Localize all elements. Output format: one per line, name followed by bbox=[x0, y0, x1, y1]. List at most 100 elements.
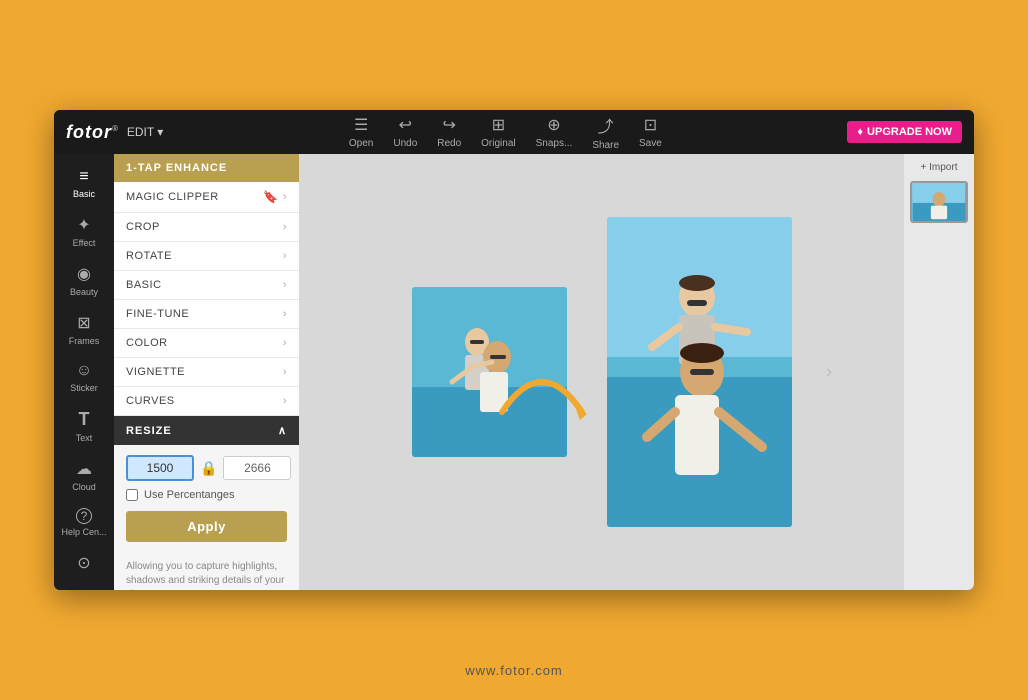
nav-item-cloud[interactable]: ☁ Cloud bbox=[54, 453, 114, 498]
import-label: + Import bbox=[921, 162, 958, 173]
curves-label: CURVES bbox=[126, 395, 175, 407]
chevron-right-icon: › bbox=[283, 250, 287, 262]
camera-icon: ⊙ bbox=[77, 553, 90, 573]
save-icon: ⊡ bbox=[644, 115, 657, 135]
panel-item-vignette[interactable]: VIGNETTE › bbox=[114, 358, 299, 387]
snaps-icon: ⊕ bbox=[547, 115, 560, 135]
chevron-down-icon: ▾ bbox=[157, 125, 163, 139]
logo-sup: ® bbox=[112, 124, 119, 133]
original-icon: ⊞ bbox=[492, 115, 505, 135]
chevron-up-icon: ∧ bbox=[278, 424, 287, 437]
panel-item-fine-tune[interactable]: FINE-TUNE › bbox=[114, 300, 299, 329]
panel-item-color[interactable]: COLOR › bbox=[114, 329, 299, 358]
upgrade-button[interactable]: UPGRADE NOW bbox=[847, 121, 962, 143]
beauty-label: Beauty bbox=[70, 287, 98, 297]
open-label: Open bbox=[349, 138, 373, 149]
top-bar-center: ☰ Open ↩ Undo ↪ Redo ⊞ Original ⊕ Snaps.… bbox=[349, 113, 662, 151]
panel-item-rotate[interactable]: ROTATE › bbox=[114, 242, 299, 271]
crop-label: CROP bbox=[126, 221, 160, 233]
edit-label: EDIT bbox=[127, 125, 154, 139]
apply-button[interactable]: Apply bbox=[126, 511, 287, 542]
share-icon: ⤴ bbox=[598, 113, 614, 137]
chevron-right-icon: › bbox=[283, 395, 287, 407]
bookmark-icon: 🔖 bbox=[263, 190, 278, 204]
resize-section-header[interactable]: RESIZE ∧ bbox=[114, 416, 299, 445]
lock-icon: 🔒 bbox=[200, 460, 217, 477]
panel-item-crop[interactable]: CROP › bbox=[114, 213, 299, 242]
nav-item-frames[interactable]: ⊠ Frames bbox=[54, 307, 114, 352]
width-input[interactable] bbox=[126, 455, 194, 481]
nav-item-text[interactable]: T Text bbox=[54, 403, 114, 449]
panel-item-curves[interactable]: CURVES › bbox=[114, 387, 299, 416]
thumbnail-bg bbox=[912, 183, 966, 221]
enhance-header[interactable]: 1-TAP ENHANCE bbox=[114, 154, 299, 182]
save-label: Save bbox=[639, 138, 662, 149]
use-percent-label[interactable]: Use Percentanges bbox=[126, 489, 287, 501]
effect-label: Effect bbox=[73, 238, 96, 248]
save-action[interactable]: ⊡ Save bbox=[639, 115, 662, 149]
edit-button[interactable]: EDIT ▾ bbox=[127, 125, 163, 139]
logo-text: fotor bbox=[66, 122, 112, 142]
use-percent-text: Use Percentanges bbox=[144, 489, 235, 501]
effect-icon: ✦ bbox=[77, 215, 90, 235]
nav-item-camera[interactable]: ⊙ bbox=[54, 547, 114, 579]
resize-body: 🔒 Use Percentanges Apply bbox=[114, 445, 299, 552]
top-bar-right: UPGRADE NOW bbox=[847, 121, 962, 143]
chevron-right-icon: › bbox=[283, 221, 287, 233]
resize-label: RESIZE bbox=[126, 425, 172, 437]
import-button[interactable]: + Import bbox=[921, 162, 958, 173]
basic-label: Basic bbox=[73, 189, 95, 199]
snaps-label: Snaps... bbox=[536, 138, 573, 149]
panel-item-magic-clipper[interactable]: MAGIC CLIPPER 🔖 › bbox=[114, 182, 299, 213]
original-action[interactable]: ⊞ Original bbox=[481, 115, 515, 149]
chevron-right-icon: › bbox=[283, 279, 287, 291]
open-action[interactable]: ☰ Open bbox=[349, 115, 373, 149]
nav-item-help[interactable]: ? Help Cen... bbox=[54, 502, 114, 543]
text-icon: T bbox=[79, 409, 90, 430]
cloud-label: Cloud bbox=[72, 482, 96, 492]
color-label: COLOR bbox=[126, 337, 168, 349]
bottom-description: Allowing you to capture highlights, shad… bbox=[126, 561, 284, 590]
side-panel-toggle[interactable]: › bbox=[826, 362, 832, 383]
share-label: Share bbox=[592, 140, 619, 151]
left-nav: ≡ Basic ✦ Effect ◉ Beauty ⊠ Frames ☺ Sti… bbox=[54, 154, 114, 590]
height-input[interactable] bbox=[223, 456, 291, 480]
watermark: www.fotor.com bbox=[465, 663, 563, 678]
help-label: Help Cen... bbox=[61, 527, 106, 537]
watermark-text: www.fotor.com bbox=[465, 663, 563, 678]
chevron-right-icon: › bbox=[283, 337, 287, 349]
chevron-right-icon: › bbox=[283, 191, 287, 203]
share-action[interactable]: ⤴ Share bbox=[592, 113, 619, 151]
use-percent-checkbox[interactable] bbox=[126, 489, 138, 501]
photo-bg-large bbox=[607, 217, 792, 527]
nav-item-sticker[interactable]: ☺ Sticker bbox=[54, 356, 114, 399]
basic-icon: ≡ bbox=[79, 168, 88, 186]
fine-tune-label: FINE-TUNE bbox=[126, 308, 189, 320]
basic-label: BASIC bbox=[126, 279, 162, 291]
cloud-icon: ☁ bbox=[76, 459, 92, 479]
text-label: Text bbox=[76, 433, 93, 443]
top-bar-left: fotor® EDIT ▾ bbox=[66, 122, 163, 143]
open-icon: ☰ bbox=[354, 115, 368, 135]
snaps-action[interactable]: ⊕ Snaps... bbox=[536, 115, 573, 149]
canvas-area: › bbox=[299, 154, 904, 590]
chevron-right-icon: › bbox=[283, 366, 287, 378]
panel-item-basic[interactable]: BASIC › bbox=[114, 271, 299, 300]
nav-item-beauty[interactable]: ◉ Beauty bbox=[54, 258, 114, 303]
vignette-label: VIGNETTE bbox=[126, 366, 185, 378]
undo-action[interactable]: ↩ Undo bbox=[393, 115, 417, 149]
top-bar: fotor® EDIT ▾ ☰ Open ↩ Undo ↪ Redo ⊞ Ori bbox=[54, 110, 974, 154]
frames-label: Frames bbox=[69, 336, 100, 346]
original-label: Original bbox=[481, 138, 515, 149]
redo-action[interactable]: ↪ Redo bbox=[437, 115, 461, 149]
undo-label: Undo bbox=[393, 138, 417, 149]
photo-large bbox=[607, 217, 792, 527]
sticker-icon: ☺ bbox=[76, 362, 92, 380]
main-area: ≡ Basic ✦ Effect ◉ Beauty ⊠ Frames ☺ Sti… bbox=[54, 154, 974, 590]
app-window: fotor® EDIT ▾ ☰ Open ↩ Undo ↪ Redo ⊞ Ori bbox=[54, 110, 974, 590]
thumbnail[interactable] bbox=[910, 181, 968, 223]
rotate-label: ROTATE bbox=[126, 250, 172, 262]
nav-item-basic[interactable]: ≡ Basic bbox=[54, 162, 114, 205]
nav-item-effect[interactable]: ✦ Effect bbox=[54, 209, 114, 254]
arrow-svg bbox=[492, 342, 592, 422]
